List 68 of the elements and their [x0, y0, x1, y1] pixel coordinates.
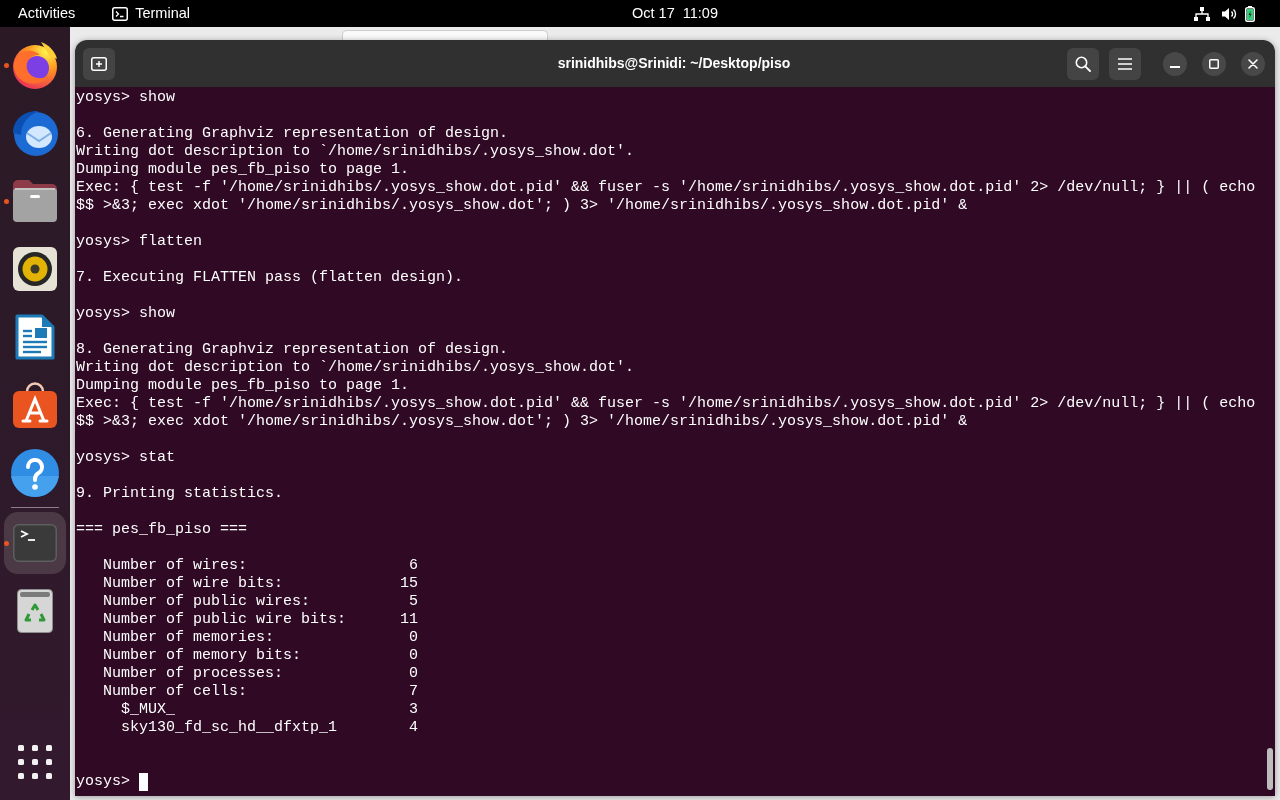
app-grid-icon[interactable] [18, 745, 52, 779]
stat-label: $_MUX_ [121, 701, 175, 719]
app-menu-button[interactable]: Terminal [112, 5, 190, 22]
stat-label: Number of public wires: [103, 593, 311, 611]
stat-label: Number of memory bits: [103, 647, 302, 665]
stat-value: 0 [409, 629, 419, 647]
stat-label: Number of processes: [103, 665, 284, 683]
terminal-line: Writing dot description to `/home/srinidhibs/.yosys_show.dot'. [76, 143, 635, 161]
terminal-line: Writing dot description to `/home/srinidhibs/.yosys_show.dot'. [76, 359, 635, 377]
stat-label: Number of wire bits: [103, 575, 284, 593]
document-icon[interactable] [15, 314, 55, 360]
menu-icon [1118, 57, 1132, 70]
terminal-icon [112, 6, 129, 21]
terminal-line: $$ >&3; exec xdot '/home/srinidhibs/.yosys_show.dot'; ) 3> '/home/srinidhibs/.yosys_show.dot.pid' & [76, 413, 968, 431]
terminal-line: 9. Printing statistics. [76, 485, 284, 503]
maximize-button[interactable] [1202, 51, 1226, 76]
bird-envelope-icon[interactable] [11, 109, 59, 157]
stat-value: 11 [400, 611, 419, 629]
stat-value: 15 [400, 575, 419, 593]
terminal-line: yosys> flatten [76, 233, 203, 251]
volume-icon[interactable] [1222, 6, 1238, 21]
new-tab-button[interactable] [83, 47, 115, 80]
terminal-line: === pes_fb_piso === [76, 521, 248, 539]
folder-icon[interactable] [12, 179, 58, 223]
close-button[interactable] [1241, 51, 1265, 76]
plus-icon [91, 56, 107, 71]
stat-label: Number of cells: [103, 683, 248, 701]
stat-value: 7 [409, 683, 419, 701]
terminal-line: 8. Generating Graphviz representation of design. [76, 341, 509, 359]
shopping-bag-icon[interactable] [13, 382, 57, 428]
stat-label: sky130_fd_sc_hd__dfxtp_1 [121, 719, 338, 737]
search-icon [1075, 55, 1091, 72]
fox-globe-icon[interactable] [11, 41, 59, 89]
search-button[interactable] [1067, 47, 1099, 80]
terminal-line: 7. Executing FLATTEN pass (flatten design). [76, 269, 464, 287]
stat-value: 5 [409, 593, 419, 611]
clock-button[interactable]: Oct 17 11:09 [632, 4, 718, 22]
speaker-icon[interactable] [13, 247, 57, 291]
terminal-line: yosys> show [76, 89, 176, 107]
scrollbar[interactable] [1267, 748, 1273, 790]
close-icon [1248, 58, 1258, 69]
stat-label: Number of memories: [103, 629, 275, 647]
terminal-icon[interactable] [13, 524, 57, 562]
terminal-line: yosys> stat [76, 449, 176, 467]
stat-value: 4 [409, 719, 419, 737]
stat-value: 6 [409, 557, 419, 575]
minimize-button[interactable] [1163, 51, 1187, 76]
stat-label: Number of wires: [103, 557, 248, 575]
stat-value: 0 [409, 665, 419, 683]
maximize-icon [1209, 58, 1219, 69]
terminal-line: Dumping module pes_fb_piso to page 1. [76, 377, 410, 395]
terminal-line: Exec: { test -f '/home/srinidhibs/.yosys_show.dot.pid' && fuser -s '/home/srinidhibs/.yosys_show.dot.pid' 2> /dev/null; } || ( echo [76, 395, 1256, 413]
terminal-line: Exec: { test -f '/home/srinidhibs/.yosys_show.dot.pid' && fuser -s '/home/srinidhibs/.yosys_show.dot.pid' 2> /dev/null; } || ( echo [76, 179, 1256, 197]
activities-button[interactable]: Activities [18, 5, 76, 22]
terminal-line: 6. Generating Graphviz representation of design. [76, 125, 509, 143]
stat-value: 0 [409, 647, 419, 665]
stat-value: 3 [409, 701, 419, 719]
prompt-text: yosys> [76, 773, 130, 791]
battery-icon[interactable] [1245, 5, 1255, 22]
window-title: srinidhibs@Srinidi: ~/Desktop/piso [557, 54, 791, 73]
terminal-line: yosys> show [76, 305, 176, 323]
help-icon[interactable] [11, 449, 59, 497]
network-icon[interactable] [1194, 6, 1210, 21]
stat-label: Number of public wire bits: [103, 611, 347, 629]
terminal-line: Dumping module pes_fb_piso to page 1. [76, 161, 410, 179]
menu-button[interactable] [1109, 47, 1141, 80]
minimize-icon [1170, 65, 1180, 68]
terminal-line: $$ >&3; exec xdot '/home/srinidhibs/.yosys_show.dot'; ) 3> '/home/srinidhibs/.yosys_show.dot.pid' & [76, 197, 968, 215]
